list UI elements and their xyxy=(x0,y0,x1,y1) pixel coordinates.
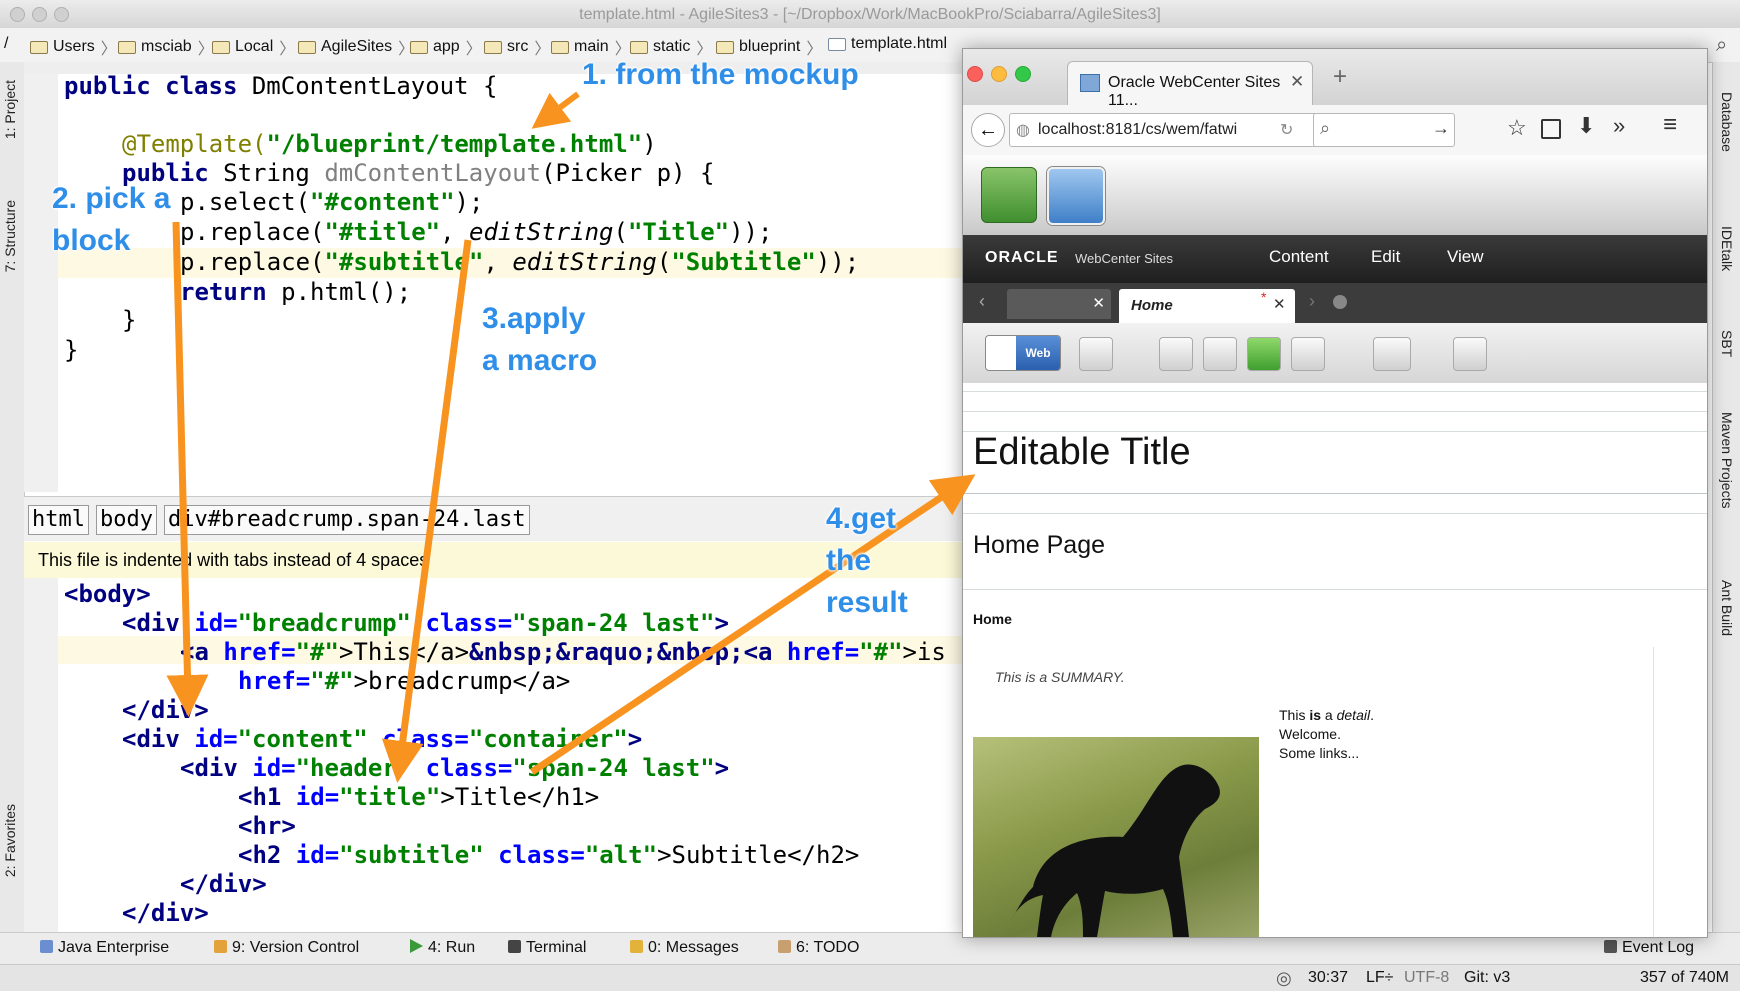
callout-get-result-2: the xyxy=(826,544,871,577)
callout-pick-block-2: block xyxy=(52,224,131,257)
arrow-3 xyxy=(381,239,472,783)
annotation-arrows xyxy=(166,91,976,783)
callout-from-mockup: 1. from the mockup xyxy=(582,58,859,91)
callout-apply-macro-1: 3.apply xyxy=(482,302,586,335)
callout-pick-block-1: 2. pick a xyxy=(52,182,171,215)
arrow-2 xyxy=(166,221,209,717)
arrow-1 xyxy=(531,91,580,129)
callout-get-result-1: 4.get xyxy=(826,502,897,535)
callout-apply-macro-2: a macro xyxy=(482,344,598,377)
callout-get-result-3: result xyxy=(826,586,908,619)
